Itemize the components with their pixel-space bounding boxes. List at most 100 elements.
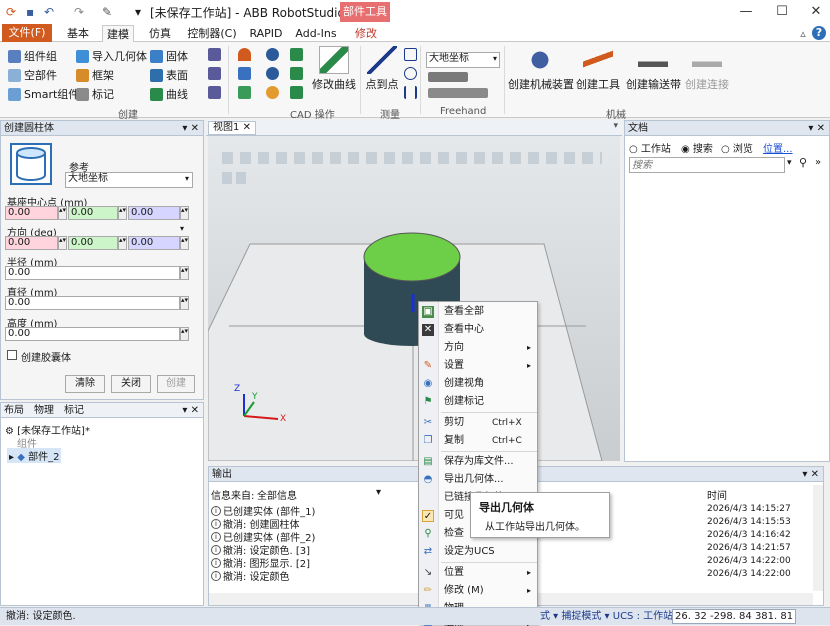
- tab-addins[interactable]: Add-Ins: [294, 25, 338, 42]
- selection-icon[interactable]: ✎: [102, 4, 112, 20]
- base-center-x-spinner[interactable]: ▴▾: [58, 206, 67, 220]
- close-panel-button[interactable]: 关闭: [111, 375, 151, 393]
- view-tab-close-icon[interactable]: ✕: [243, 122, 251, 133]
- tab-simulation[interactable]: 仿真: [144, 25, 176, 42]
- curve-button[interactable]: 曲线: [150, 86, 188, 102]
- document-search-input[interactable]: [629, 157, 785, 173]
- cad-arc-icon[interactable]: [238, 48, 251, 61]
- smart-component-button[interactable]: Smart组件: [8, 86, 79, 102]
- point-to-point-button[interactable]: 点到点: [364, 46, 400, 92]
- empty-part-button[interactable]: 空部件: [8, 67, 57, 83]
- clear-button[interactable]: 清除: [65, 375, 105, 393]
- menu-set-as-ucs[interactable]: ⇄ 设定为UCS: [419, 543, 537, 561]
- create-button[interactable]: 创建: [157, 375, 195, 393]
- base-center-y-input[interactable]: 0.00: [68, 206, 118, 220]
- base-center-z-spinner[interactable]: ▴▾: [180, 206, 189, 220]
- menu-modify[interactable]: ✏ 修改 (M) ▸: [419, 582, 537, 600]
- tab-modify[interactable]: 修改: [350, 25, 382, 42]
- cad-trim-icon[interactable]: [238, 67, 251, 80]
- output-panel-controls[interactable]: ▾ ✕: [802, 467, 819, 482]
- redo-icon[interactable]: ↷: [74, 4, 84, 20]
- cad-sweep-icon[interactable]: [290, 67, 303, 80]
- create-connection-button[interactable]: 创建连接: [682, 46, 732, 92]
- orientation-x-spinner[interactable]: ▴▾: [58, 236, 67, 250]
- menu-create-viewpoint[interactable]: ◉ 创建视角: [419, 375, 537, 393]
- tab-modeling[interactable]: 建模: [102, 25, 134, 42]
- tab-layout[interactable]: 布局: [4, 403, 24, 418]
- tab-rapid[interactable]: RAPID: [248, 25, 284, 42]
- tab-file[interactable]: 文件(F): [2, 24, 52, 42]
- base-center-y-spinner[interactable]: ▴▾: [118, 206, 127, 220]
- search-dropdown-icon[interactable]: ▾: [787, 158, 792, 168]
- documents-panel-controls[interactable]: ▾ ✕: [808, 121, 825, 136]
- snap-mode-controls[interactable]: 式 ▾ 捕捉模式 ▾ UCS : 工作站: [540, 608, 673, 625]
- search-icon[interactable]: ⚲: [799, 156, 807, 169]
- layout-panel-controls[interactable]: ▾ ✕: [182, 403, 199, 418]
- output-scrollbar[interactable]: [813, 485, 823, 591]
- tab-markers[interactable]: 标记: [64, 403, 84, 418]
- radius-input[interactable]: 0.00: [5, 266, 180, 280]
- cad-subtract-icon[interactable]: [266, 67, 279, 80]
- freehand-jog-icons[interactable]: [428, 88, 488, 98]
- menu-copy[interactable]: ❐ 复制 Ctrl+C: [419, 432, 537, 450]
- ribbon-small-icon-3[interactable]: [208, 86, 221, 99]
- menu-save-as-library[interactable]: ▤ 保存为库文件...: [419, 453, 537, 471]
- surface-button[interactable]: 表面: [150, 67, 188, 83]
- undo-icon[interactable]: ↶: [44, 4, 54, 20]
- 3d-viewport[interactable]: Z Y X: [208, 136, 620, 461]
- tab-controller[interactable]: 控制器(C): [184, 25, 240, 42]
- cad-intersect-icon[interactable]: [266, 86, 279, 99]
- maximize-button[interactable]: ☐: [772, 4, 792, 20]
- solid-button[interactable]: 固体: [150, 48, 188, 64]
- reference-select[interactable]: 大地坐标 ▾: [65, 172, 193, 188]
- base-center-z-input[interactable]: 0.00: [128, 206, 180, 220]
- quick-access-dropdown[interactable]: ▾: [135, 4, 141, 20]
- minimize-button[interactable]: —: [736, 4, 756, 20]
- help-icon[interactable]: ?: [812, 26, 826, 40]
- marker-button[interactable]: 标记: [76, 86, 114, 102]
- orientation-y-input[interactable]: 0.00: [68, 236, 118, 250]
- measure-distance-icon[interactable]: [404, 86, 417, 99]
- orientation-x-input[interactable]: 0.00: [5, 236, 58, 250]
- modify-curve-button[interactable]: 修改曲线: [312, 46, 356, 92]
- measure-angle-icon[interactable]: [404, 48, 417, 61]
- coordinate-system-select[interactable]: 大地坐标 ▾: [426, 52, 500, 68]
- ribbon-small-icon-2[interactable]: [208, 67, 221, 80]
- menu-cut[interactable]: ✂ 剪切 Ctrl+X: [419, 414, 537, 432]
- cad-loft-icon[interactable]: [290, 86, 303, 99]
- frame-button[interactable]: 框架: [76, 67, 114, 83]
- diameter-spinner[interactable]: ▴▾: [180, 296, 189, 310]
- menu-settings[interactable]: ✎ 设置 ▸: [419, 357, 537, 375]
- save-icon[interactable]: ▪: [26, 4, 34, 20]
- create-tool-button[interactable]: 创建工具: [574, 46, 622, 92]
- measure-diameter-icon[interactable]: [404, 67, 417, 80]
- height-spinner[interactable]: ▴▾: [180, 327, 189, 341]
- panel-controls[interactable]: ▾ ✕: [182, 121, 199, 136]
- app-icon[interactable]: ⟳: [6, 4, 16, 20]
- freehand-move-icons[interactable]: [428, 72, 468, 82]
- menu-view-all[interactable]: ▣ 查看全部: [419, 303, 537, 321]
- close-button[interactable]: ✕: [806, 4, 826, 20]
- orientation-y-spinner[interactable]: ▴▾: [118, 236, 127, 250]
- import-geometry-button[interactable]: 导入几何体: [76, 48, 147, 64]
- radio-station[interactable]: ○ 工作站: [629, 140, 671, 155]
- capsule-checkbox[interactable]: [7, 350, 17, 360]
- tab-view1[interactable]: 视图1 ✕: [208, 121, 256, 135]
- tab-home[interactable]: 基本: [62, 25, 94, 42]
- tab-physics[interactable]: 物理: [34, 403, 54, 418]
- diameter-input[interactable]: 0.00: [5, 296, 180, 310]
- menu-export-geometry[interactable]: ◓ 导出几何体...: [419, 471, 537, 489]
- create-mechanism-button[interactable]: 创建机械装置: [508, 46, 574, 92]
- menu-position[interactable]: ↘ 位置 ▸: [419, 564, 537, 582]
- menu-orientation[interactable]: 方向 ▸: [419, 339, 537, 357]
- menu-view-center[interactable]: ✕ 查看中心: [419, 321, 537, 339]
- radius-spinner[interactable]: ▴▾: [180, 266, 189, 280]
- radio-search[interactable]: ◉ 搜索: [681, 140, 713, 155]
- menu-create-marker[interactable]: ⚑ 创建标记: [419, 393, 537, 411]
- search-options-icon[interactable]: »: [815, 157, 821, 168]
- base-center-x-input[interactable]: 0.00: [5, 206, 58, 220]
- output-message-row[interactable]: i 撤消: 设定颜色: [211, 568, 290, 583]
- orientation-expand-icon[interactable]: ▾: [180, 224, 184, 233]
- orientation-z-spinner[interactable]: ▴▾: [180, 236, 189, 250]
- height-input[interactable]: 0.00: [5, 327, 180, 341]
